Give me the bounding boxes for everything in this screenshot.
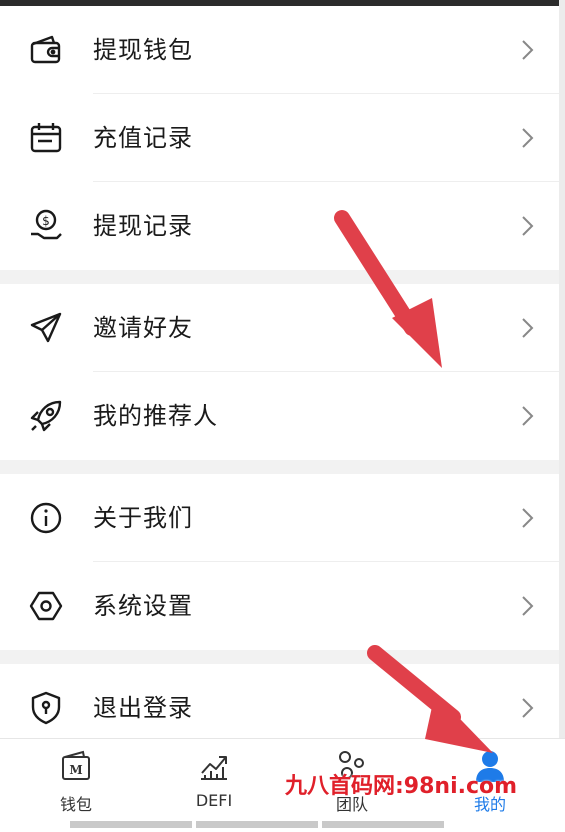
- info-icon: [28, 500, 64, 536]
- money-hand-icon: $: [28, 208, 64, 244]
- menu-item-label: 系统设置: [93, 592, 193, 620]
- section-gap: [0, 460, 559, 474]
- tab-wallet[interactable]: M 钱包: [16, 739, 136, 821]
- section-gap: [0, 650, 559, 664]
- chevron-right-icon: [517, 694, 537, 722]
- menu-item-withdraw-records[interactable]: $ 提现记录: [0, 182, 559, 270]
- chevron-right-icon: [517, 402, 537, 430]
- settings-menu: 提现钱包 充值记录 $ 提现记录 邀请好友 我的推荐人 关于我们 系统设置 退出…: [0, 6, 559, 752]
- frame-edge: [559, 0, 565, 820]
- menu-item-invite-friends[interactable]: 邀请好友: [0, 284, 559, 372]
- tab-label: 钱包: [59, 795, 92, 814]
- wallet-m-icon: M: [59, 749, 93, 783]
- paper-plane-icon: [28, 310, 64, 346]
- menu-item-withdraw-wallet[interactable]: 提现钱包: [0, 6, 559, 94]
- chevron-right-icon: [517, 212, 537, 240]
- rocket-icon: [28, 398, 64, 434]
- chevron-right-icon: [517, 504, 537, 532]
- menu-item-label: 提现记录: [93, 212, 193, 240]
- chart-up-icon: [197, 749, 231, 783]
- chevron-right-icon: [517, 314, 537, 342]
- calendar-icon: [28, 120, 64, 156]
- settings-hexagon-icon: [28, 588, 64, 624]
- chevron-right-icon: [517, 124, 537, 152]
- menu-item-label: 我的推荐人: [93, 402, 218, 430]
- menu-item-my-referrer[interactable]: 我的推荐人: [0, 372, 559, 460]
- bottom-edge: [70, 813, 500, 828]
- svg-text:$: $: [42, 214, 50, 228]
- tab-label: DEFI: [195, 791, 233, 810]
- menu-item-label: 充值记录: [93, 124, 193, 152]
- section-gap: [0, 270, 559, 284]
- menu-item-label: 关于我们: [93, 504, 193, 532]
- wallet-icon: [28, 32, 64, 68]
- chevron-right-icon: [517, 36, 537, 64]
- menu-item-label: 提现钱包: [93, 36, 193, 64]
- menu-item-recharge-records[interactable]: 充值记录: [0, 94, 559, 182]
- chevron-right-icon: [517, 592, 537, 620]
- watermark: 九八首码网:98ni.com: [285, 774, 518, 799]
- shield-lock-icon: [28, 690, 64, 726]
- tab-defi[interactable]: DEFI: [154, 739, 274, 821]
- menu-item-about-us[interactable]: 关于我们: [0, 474, 559, 562]
- svg-text:M: M: [69, 763, 82, 777]
- menu-item-system-settings[interactable]: 系统设置: [0, 562, 559, 650]
- menu-item-label: 邀请好友: [93, 314, 193, 342]
